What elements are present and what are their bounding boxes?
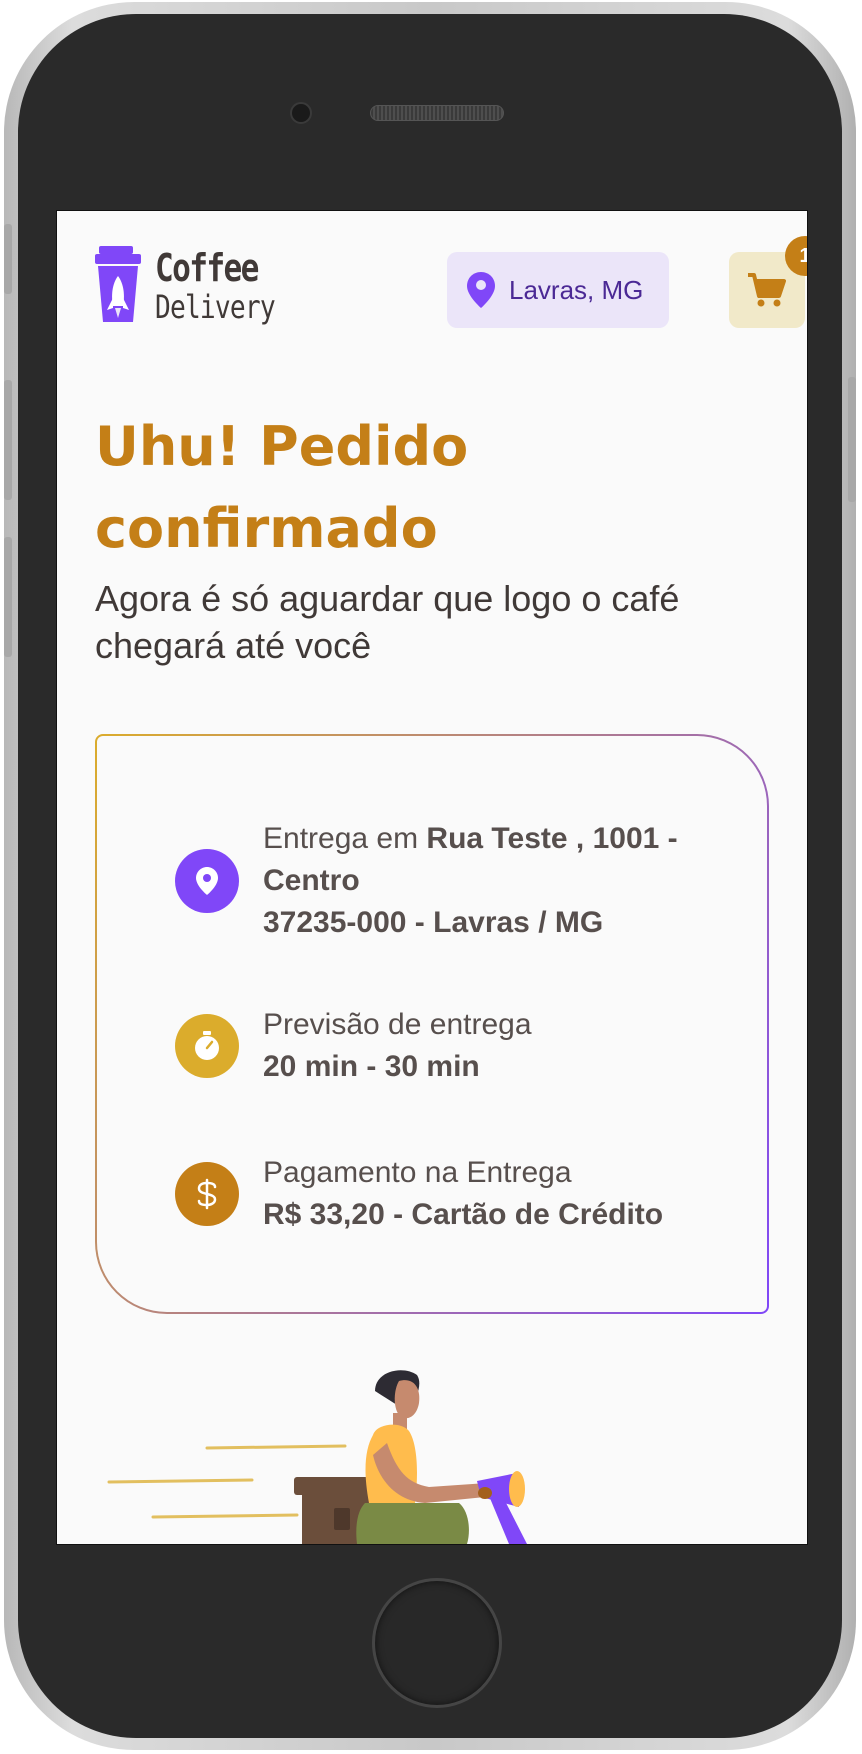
- app-screen: Coffee Delivery Lavras, MG 1: [56, 210, 808, 1545]
- coffee-cup-rocket-icon: [95, 246, 141, 322]
- front-camera: [290, 102, 312, 124]
- payment-text: Pagamento na Entrega R$ 33,20 - Cartão d…: [263, 1152, 663, 1236]
- power-button: [848, 377, 856, 502]
- order-info-card: Entrega em Rua Teste , 1001 - Centro 372…: [95, 734, 769, 1314]
- shopping-cart-icon: [748, 273, 786, 307]
- device-stage: Coffee Delivery Lavras, MG 1: [0, 0, 862, 1754]
- map-pin-icon: [467, 272, 495, 308]
- delivery-illustration: [107, 1370, 527, 1544]
- mute-switch: [4, 224, 12, 294]
- location-badge[interactable]: Lavras, MG: [447, 252, 669, 328]
- delivery-prefix: Entrega em: [263, 822, 427, 855]
- order-info-card-body: Entrega em Rua Teste , 1001 - Centro 372…: [97, 736, 767, 1312]
- cart-count-badge: 1: [785, 236, 807, 276]
- payment-value: R$ 33,20 - Cartão de Crédito: [263, 1198, 664, 1231]
- cart-button[interactable]: 1: [729, 236, 807, 328]
- volume-up-button: [4, 380, 12, 500]
- delivery-city: 37235-000 - Lavras / MG: [263, 906, 604, 939]
- delivery-estimate-text: Previsão de entrega 20 min - 30 min: [263, 1004, 532, 1088]
- brand-name-line1: Coffee: [155, 246, 259, 290]
- brand-name-line2: Delivery: [155, 288, 276, 326]
- brand-logo[interactable]: Coffee Delivery: [95, 246, 276, 326]
- page-subtitle: Agora é só aguardar que logo o café cheg…: [95, 578, 680, 666]
- delivery-person: [356, 1370, 527, 1544]
- map-pin-icon: [175, 849, 239, 913]
- delivery-address-row: Entrega em Rua Teste , 1001 - Centro 372…: [175, 818, 735, 944]
- location-label: Lavras, MG: [509, 274, 644, 305]
- delivery-estimate-row: Previsão de entrega 20 min - 30 min: [175, 1004, 735, 1088]
- currency-dollar-icon: [175, 1162, 239, 1226]
- delivery-address-text: Entrega em Rua Teste , 1001 - Centro 372…: [263, 818, 735, 944]
- estimate-value: 20 min - 30 min: [263, 1050, 480, 1083]
- app-header: Coffee Delivery Lavras, MG 1: [95, 236, 807, 328]
- estimate-label: Previsão de entrega: [263, 1008, 532, 1041]
- timer-icon: [175, 1014, 239, 1078]
- volume-down-button: [4, 537, 12, 657]
- earpiece-speaker: [370, 105, 504, 121]
- payment-label: Pagamento na Entrega: [263, 1156, 572, 1189]
- home-button[interactable]: [372, 1578, 502, 1708]
- page-title: Uhu! Pedido confirmado: [95, 415, 469, 560]
- payment-row: Pagamento na Entrega R$ 33,20 - Cartão d…: [175, 1152, 735, 1236]
